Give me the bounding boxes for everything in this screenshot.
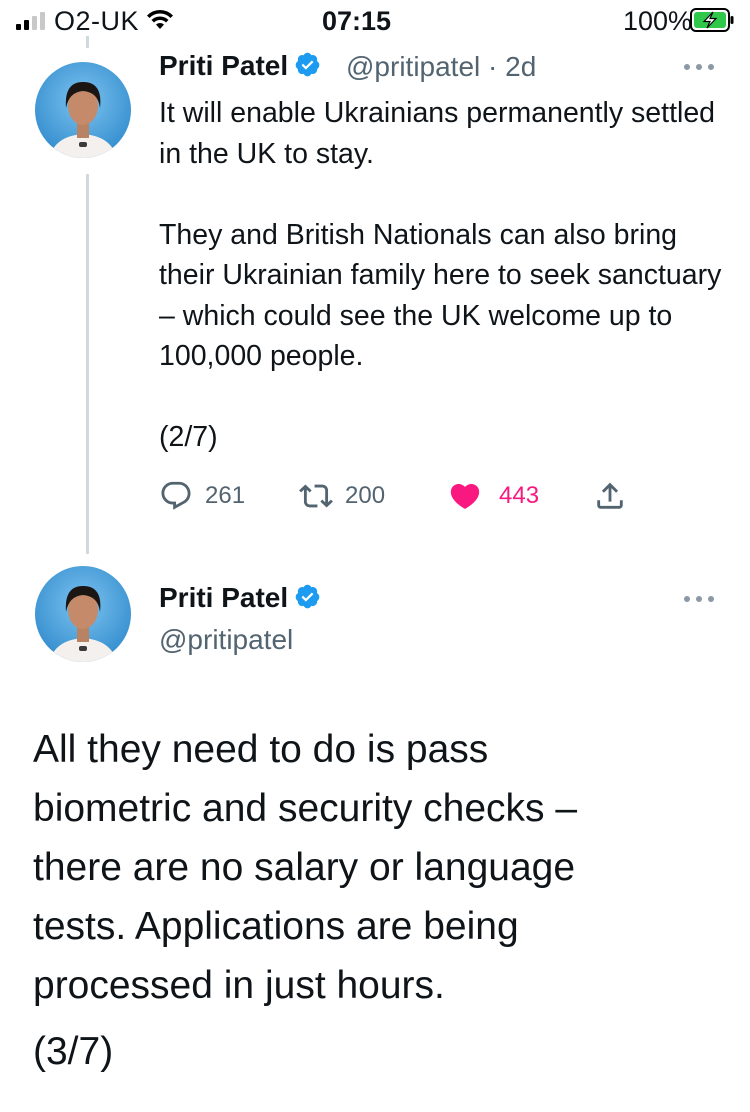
retweet-count: 200: [345, 482, 386, 509]
tweet-actions: 261 200 443: [159, 476, 639, 516]
battery-charging-icon: [690, 8, 734, 32]
more-options-icon[interactable]: [682, 62, 716, 72]
tweet-text: It will enable Ukrainians permanently se…: [159, 97, 722, 453]
carrier-label: O2-UK: [54, 6, 140, 36]
thread-line: [86, 174, 89, 554]
status-bar: O2-UK 07:15 100%: [0, 0, 750, 40]
share-icon: [597, 482, 623, 509]
like-count: 443: [499, 482, 540, 509]
share-button[interactable]: [593, 476, 627, 516]
like-button[interactable]: 443: [448, 476, 539, 516]
retweet-button[interactable]: 200: [299, 476, 385, 516]
reply-button[interactable]: 261: [159, 476, 245, 516]
verified-badge-icon: [295, 584, 320, 609]
signal-icon: [16, 12, 45, 30]
more-options-icon[interactable]: [682, 594, 716, 604]
avatar[interactable]: [35, 62, 131, 158]
heart-filled-icon: [450, 483, 480, 509]
reply-count: 261: [205, 482, 246, 509]
thread-line-top: [86, 36, 89, 48]
clock: 07:15: [322, 6, 392, 36]
avatar[interactable]: [35, 566, 131, 662]
battery-percent: 100%: [623, 6, 693, 36]
verified-badge-icon: [295, 52, 320, 77]
retweet-icon: [299, 484, 333, 508]
author-handle-time[interactable]: @pritipatel · 2d: [346, 51, 536, 83]
thread-count: (3/7): [33, 1030, 114, 1073]
reply-icon: [161, 481, 191, 510]
author-name[interactable]: Priti Patel: [159, 582, 321, 614]
wifi-icon: [147, 9, 173, 29]
tweet-text: All they need to do is pass biometric an…: [33, 728, 578, 1007]
author-handle[interactable]: @pritipatel: [159, 624, 293, 656]
author-name[interactable]: Priti Patel: [159, 50, 321, 82]
